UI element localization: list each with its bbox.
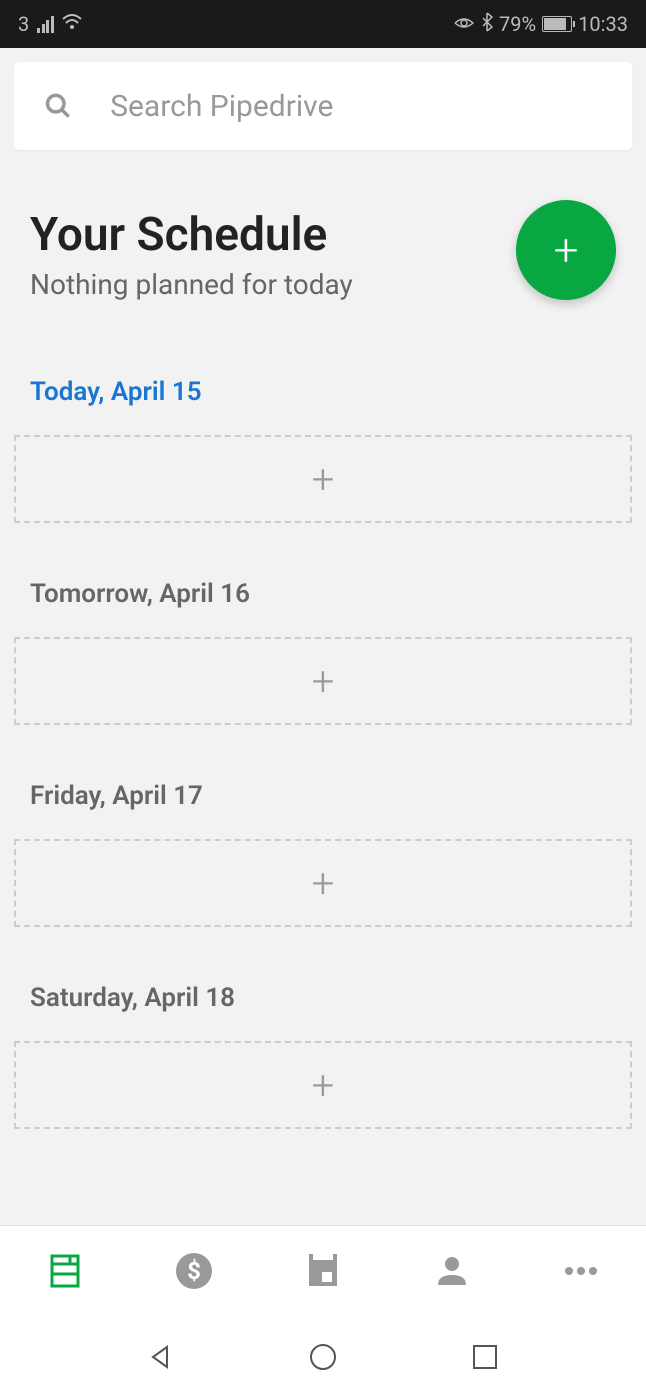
signal-icon — [37, 15, 54, 33]
tab-schedule[interactable] — [35, 1241, 95, 1301]
plus-icon: + — [312, 456, 335, 503]
tab-calendar[interactable] — [293, 1241, 353, 1301]
add-activity-slot[interactable]: + — [14, 1041, 632, 1129]
search-box[interactable] — [14, 62, 632, 150]
day-header: Saturday, April 18 — [14, 983, 632, 1013]
svg-text:$: $ — [187, 1257, 201, 1285]
wifi-icon — [62, 14, 82, 35]
battery-icon — [542, 16, 572, 32]
battery-percent: 79% — [499, 12, 536, 36]
clock-time: 10:33 — [578, 12, 628, 36]
day-section: Saturday, April 18 + — [14, 983, 632, 1129]
nav-back-button[interactable] — [141, 1337, 181, 1377]
eye-icon — [453, 12, 475, 36]
bluetooth-icon — [481, 12, 493, 37]
nav-recent-button[interactable] — [465, 1337, 505, 1377]
search-input[interactable] — [110, 89, 602, 124]
person-icon — [432, 1251, 472, 1291]
day-section: Today, April 15 + — [14, 377, 632, 523]
day-header: Tomorrow, April 16 — [14, 579, 632, 609]
bottom-tab-bar: $ — [0, 1225, 646, 1315]
add-fab-button[interactable]: + — [516, 200, 616, 300]
nav-home-button[interactable] — [303, 1337, 343, 1377]
plus-icon: + — [312, 658, 335, 705]
tab-more[interactable] — [551, 1241, 611, 1301]
back-icon — [147, 1343, 175, 1371]
system-nav-bar — [0, 1315, 646, 1399]
more-icon — [561, 1266, 601, 1276]
search-icon — [44, 90, 72, 122]
status-bar: 3 79% 10:33 — [0, 0, 646, 48]
plus-icon: + — [554, 224, 579, 276]
dollar-icon: $ — [174, 1251, 214, 1291]
home-icon — [308, 1342, 338, 1372]
recent-icon — [472, 1344, 498, 1370]
calendar-icon — [304, 1252, 342, 1290]
schedule-icon — [46, 1252, 84, 1290]
add-activity-slot[interactable]: + — [14, 435, 632, 523]
carrier-label: 3 — [18, 12, 29, 36]
day-header-today: Today, April 15 — [14, 377, 632, 407]
tab-contacts[interactable] — [422, 1241, 482, 1301]
plus-icon: + — [312, 860, 335, 907]
tab-deals[interactable]: $ — [164, 1241, 224, 1301]
day-header: Friday, April 17 — [14, 781, 632, 811]
day-section: Friday, April 17 + — [14, 781, 632, 927]
plus-icon: + — [312, 1062, 335, 1109]
add-activity-slot[interactable]: + — [14, 839, 632, 927]
schedule-list: Today, April 15 + Tomorrow, April 16 + F… — [0, 377, 646, 1129]
add-activity-slot[interactable]: + — [14, 637, 632, 725]
day-section: Tomorrow, April 16 + — [14, 579, 632, 725]
